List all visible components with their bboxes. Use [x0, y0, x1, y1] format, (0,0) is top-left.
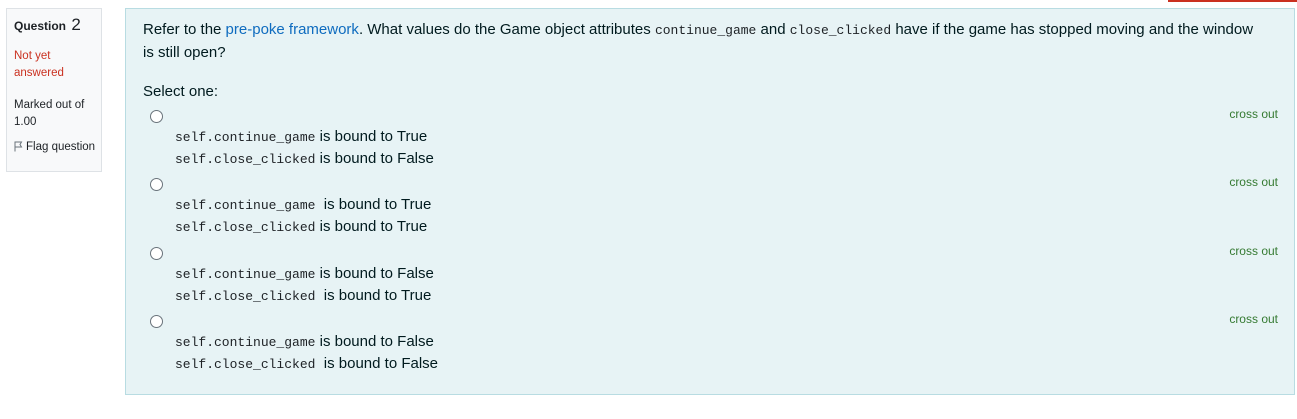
- question-grade: Marked out of 1.00: [14, 99, 85, 128]
- cross-out-link[interactable]: cross out: [1229, 175, 1278, 189]
- cross-out-link[interactable]: cross out: [1229, 107, 1278, 121]
- option-1-line-1: self.continue_game is bound to True: [175, 128, 428, 145]
- top-accent-bar: [1168, 0, 1297, 2]
- option-4-line-1: self.continue_game is bound to False: [175, 333, 434, 350]
- question-content: Refer to the pre-poke framework. What va…: [125, 8, 1295, 395]
- option-4-radio[interactable]: [150, 315, 163, 328]
- option-3-line-2: self.close_clicked is bound to True: [175, 287, 432, 304]
- option-1-line-2: self.close_clicked is bound to False: [175, 150, 434, 167]
- question-number: Question 2: [14, 15, 81, 34]
- answer-option-3: self.continue_game is bound to False sel…: [126, 244, 1294, 315]
- flag-icon: [14, 141, 23, 152]
- flag-question-button[interactable]: Flag question: [14, 139, 101, 156]
- select-one-prompt: Select one:: [143, 83, 219, 100]
- answer-option-4: self.continue_game is bound to False sel…: [126, 312, 1294, 383]
- option-3-line-1: self.continue_game is bound to False: [175, 265, 434, 282]
- question-info-panel: Question 2 Not yet answered Marked out o…: [6, 8, 102, 172]
- question-text: Refer to the pre-poke framework. What va…: [143, 21, 1254, 61]
- option-4-line-2: self.close_clicked is bound to False: [175, 355, 439, 372]
- answer-option-2: self.continue_game is bound to True self…: [126, 175, 1294, 246]
- option-2-radio[interactable]: [150, 178, 163, 191]
- framework-link[interactable]: pre-poke framework: [226, 21, 359, 38]
- code-continue-game: continue_game: [654, 23, 757, 38]
- option-3-radio[interactable]: [150, 247, 163, 260]
- option-2-line-1: self.continue_game is bound to True: [175, 196, 432, 213]
- question-state: Not yet answered: [14, 50, 64, 79]
- option-1-radio[interactable]: [150, 110, 163, 123]
- code-close-clicked: close_clicked: [789, 23, 892, 38]
- cross-out-link[interactable]: cross out: [1229, 244, 1278, 258]
- option-2-line-2: self.close_clicked is bound to True: [175, 218, 428, 235]
- answer-option-1: self.continue_game is bound to True self…: [126, 107, 1294, 178]
- cross-out-link[interactable]: cross out: [1229, 312, 1278, 326]
